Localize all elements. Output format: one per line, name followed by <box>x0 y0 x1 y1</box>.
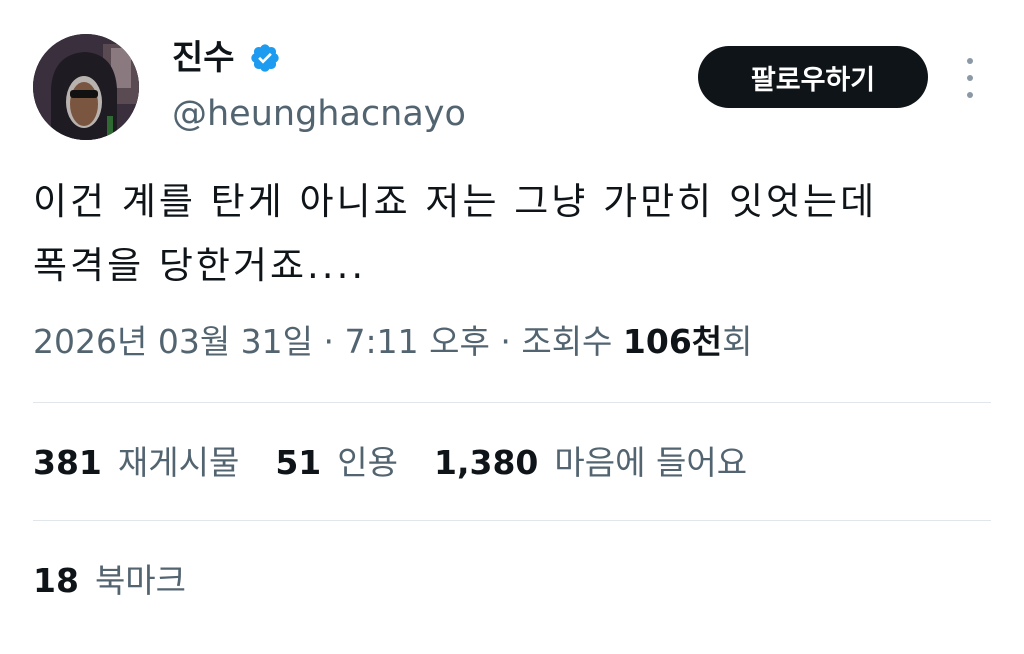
engagement-stats: 381 재게시물 51 인용 1,380 마음에 들어요 <box>33 438 783 488</box>
likes-count[interactable]: 1,380 <box>434 438 538 488</box>
dot <box>967 92 973 98</box>
quotes-count[interactable]: 51 <box>275 438 321 488</box>
tweet-text: 이건 계를 탄게 아니죠 저는 그냥 가만히 잇엇는데 폭격을 당한거죠.... <box>33 180 878 287</box>
bookmarks-label: 북마크 <box>94 561 187 600</box>
tweet-meta: 2026년 03월 31일 · 7:11 오후 · 조회수 106천회 <box>33 318 753 366</box>
more-vertical-icon[interactable] <box>958 58 982 98</box>
avatar[interactable] <box>33 34 139 140</box>
bookmark-stats: 18 북마크 <box>33 556 222 606</box>
meta-separator: · <box>489 322 522 361</box>
verified-badge-icon[interactable] <box>249 42 281 74</box>
views-suffix: 회 <box>722 322 753 361</box>
meta-separator: · <box>313 322 345 361</box>
divider <box>33 520 991 521</box>
divider <box>33 402 991 403</box>
quotes-label[interactable]: 인용 <box>337 438 398 488</box>
views-prefix: 조회수 <box>521 322 623 361</box>
dot <box>967 75 973 81</box>
retweets-label[interactable]: 재게시물 <box>118 438 239 488</box>
dot <box>967 58 973 64</box>
follow-button[interactable]: 팔로우하기 <box>698 46 928 108</box>
views-count: 106천 <box>622 322 723 361</box>
user-handle[interactable]: @heunghacnayo <box>172 92 466 136</box>
bookmarks-count: 18 <box>33 561 79 600</box>
display-name[interactable]: 진수 <box>172 38 235 78</box>
tweet-date[interactable]: 2026년 03월 31일 <box>33 322 313 361</box>
retweets-count[interactable]: 381 <box>33 438 102 488</box>
avatar-image <box>33 34 139 140</box>
name-row: 진수 <box>172 38 281 78</box>
likes-label[interactable]: 마음에 들어요 <box>554 438 747 488</box>
tweet-time[interactable]: 7:11 오후 <box>345 322 490 361</box>
